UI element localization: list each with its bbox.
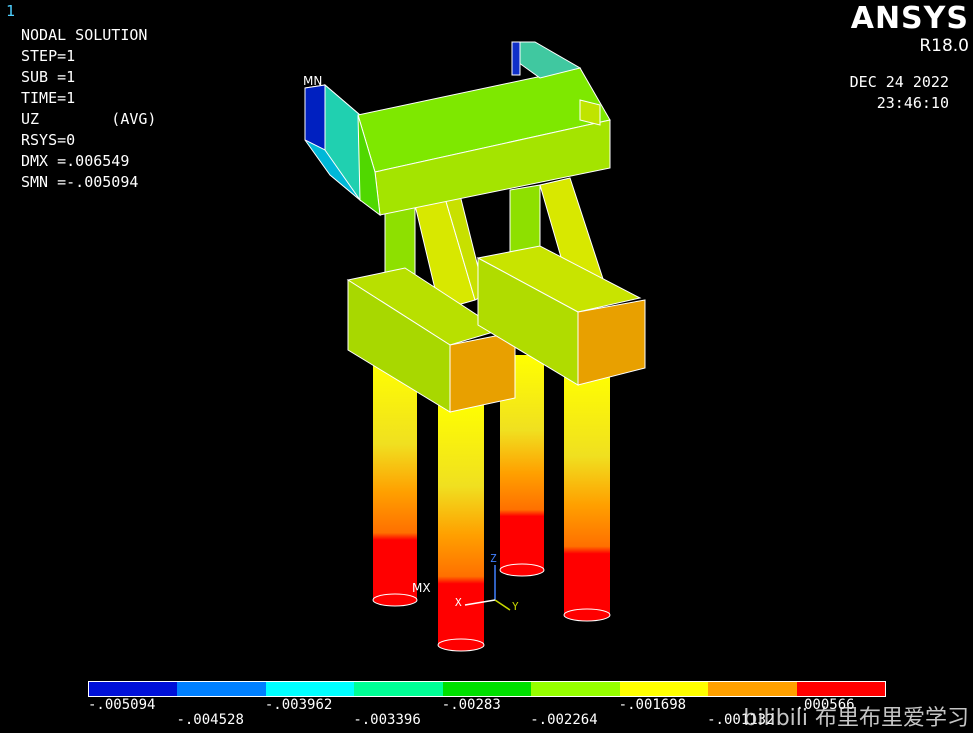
legend-label-top: -.005094 bbox=[88, 697, 156, 713]
legend-color-bar bbox=[88, 681, 886, 697]
legend-swatch bbox=[177, 682, 266, 696]
max-marker: MX bbox=[412, 581, 431, 595]
legend-label-top: -.001698 bbox=[618, 697, 687, 713]
legend-swatch bbox=[619, 682, 709, 696]
legend-label-top: -.00283 bbox=[441, 697, 501, 713]
axis-y-label: Y bbox=[512, 600, 519, 613]
legend-swatch bbox=[531, 682, 620, 696]
legend-label-bottom: -.003396 bbox=[353, 712, 421, 728]
model-viewport[interactable]: MN MX Z X Y bbox=[0, 0, 973, 680]
legend-swatch bbox=[796, 682, 885, 696]
pile-back-right bbox=[563, 370, 611, 622]
legend-swatch bbox=[89, 682, 178, 696]
legend-label-bottom: -.002264 bbox=[530, 712, 598, 728]
legend-swatch bbox=[354, 682, 443, 696]
legend-swatch bbox=[265, 682, 355, 696]
legend-label-bottom: -.004528 bbox=[176, 712, 244, 728]
legend-swatch bbox=[708, 682, 797, 696]
watermark: bilibili 布里布里爱学习 bbox=[743, 706, 969, 731]
legend-swatch bbox=[442, 682, 532, 696]
min-marker: MN bbox=[303, 74, 322, 88]
axis-x-label: X bbox=[455, 596, 462, 609]
pile-front-center bbox=[437, 400, 485, 652]
legend-label-top: -.003962 bbox=[264, 697, 333, 713]
axis-z-label: Z bbox=[490, 552, 497, 565]
pile-front-left bbox=[372, 360, 418, 607]
